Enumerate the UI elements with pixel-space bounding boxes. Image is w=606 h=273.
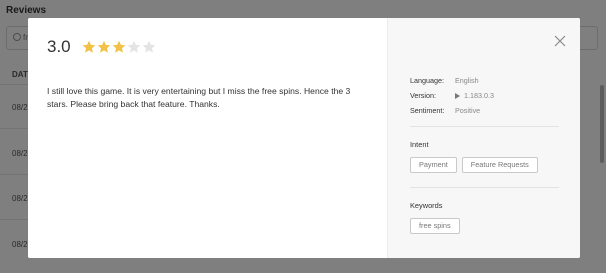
intent-tag-feature-requests[interactable]: Feature Requests — [461, 157, 538, 173]
intent-tag-payment[interactable]: Payment — [410, 157, 457, 173]
section-divider — [410, 187, 559, 188]
star-rating — [82, 40, 157, 54]
close-button[interactable] — [554, 34, 566, 47]
version-value: 1.183.0.3 — [464, 91, 494, 100]
star-filled-icon — [82, 40, 96, 54]
keyword-tags: free spins — [410, 218, 465, 234]
version-row: Version: 1.183.0.3 — [410, 88, 494, 103]
section-divider — [410, 126, 559, 127]
review-text: I still love this game. It is very enter… — [47, 86, 351, 109]
review-content-panel: 3.0 I still love this game. It is very e… — [28, 18, 387, 258]
review-detail-modal: 3.0 I still love this game. It is very e… — [28, 18, 580, 258]
language-label: Language: — [410, 76, 444, 85]
sentiment-row: Sentiment: Positive — [410, 103, 494, 118]
language-value: English — [455, 76, 479, 85]
review-details-panel: Language: English Version: 1.183.0.3 Sen… — [387, 18, 580, 258]
review-metadata: Language: English Version: 1.183.0.3 Sen… — [410, 73, 494, 118]
intent-tags: Payment Feature Requests — [410, 157, 543, 173]
language-row: Language: English — [410, 73, 494, 88]
star-empty-icon — [142, 40, 156, 54]
star-filled-icon — [112, 40, 126, 54]
rating-score: 3.0 — [47, 37, 71, 56]
star-filled-icon — [97, 40, 111, 54]
star-empty-icon — [127, 40, 141, 54]
rating-row: 3.0 — [47, 37, 157, 57]
sentiment-value: Positive — [455, 106, 481, 115]
sentiment-label: Sentiment: — [410, 106, 445, 115]
version-label: Version: — [410, 91, 436, 100]
play-store-icon — [455, 92, 460, 99]
close-icon — [554, 35, 566, 47]
intent-title: Intent — [410, 140, 429, 149]
keyword-tag-free-spins[interactable]: free spins — [410, 218, 460, 234]
keywords-title: Keywords — [410, 201, 443, 210]
